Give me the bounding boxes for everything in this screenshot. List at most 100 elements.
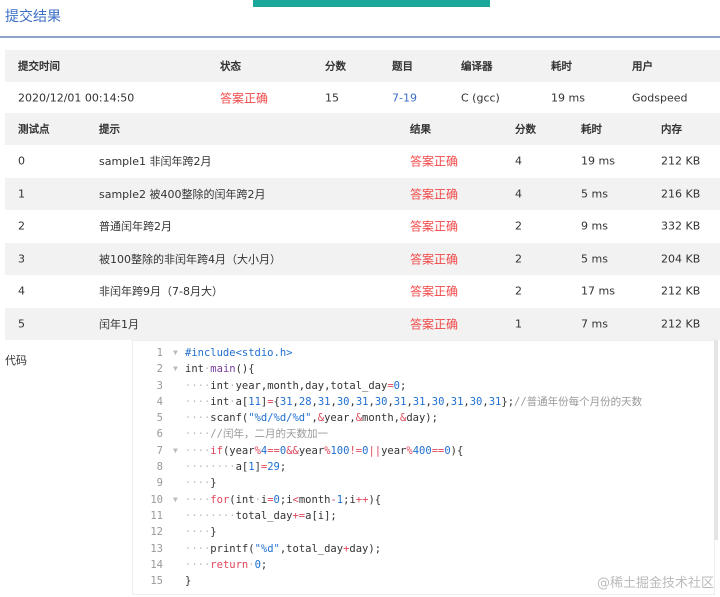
code-token: int xyxy=(210,395,230,408)
testcase-id: 5 xyxy=(18,317,25,331)
fold-toggle-icon[interactable]: ▼ xyxy=(173,361,178,377)
code-token: } xyxy=(210,526,217,539)
code-text: ····} xyxy=(185,475,217,491)
line-number: 1 xyxy=(156,347,163,359)
score: 1 xyxy=(515,317,522,331)
code-token: 31 xyxy=(355,395,369,408)
code-token: scanf( xyxy=(210,412,249,425)
code-token: month, xyxy=(362,412,400,425)
memory: 332 KB xyxy=(661,219,701,233)
time-used: 19 ms xyxy=(551,91,585,105)
code-token: 29 xyxy=(267,461,280,474)
code-token: //普通年份每个月份的天数 xyxy=(514,395,643,408)
code-token: "%d/%d/%d" xyxy=(248,412,312,425)
time-used: 5 ms xyxy=(581,187,608,201)
tests-header-row: 测试点 提示 结果 分数 耗时 内存 xyxy=(5,113,720,145)
testcase-id: 3 xyxy=(18,252,25,266)
col-user: 用户 xyxy=(632,60,653,73)
col-testcase: 测试点 xyxy=(18,123,50,136)
code-text: #include<stdio.h> xyxy=(185,345,292,361)
code-line: 8 ········a[1]=29; xyxy=(133,459,714,475)
test-row: 5 闰年1月 答案正确 1 7 ms 212 KB xyxy=(5,308,720,340)
code-token: month xyxy=(298,493,331,506)
code-token: == xyxy=(267,444,280,457)
code-text: ····scanf("%d/%d/%d",&year,&month,&day); xyxy=(185,410,438,426)
code-text: ····//闰年，二月的天数加一 xyxy=(185,426,328,442)
submit-time: 2020/12/01 00:14:50 xyxy=(18,91,135,105)
code-token: && xyxy=(286,444,299,457)
code-token: year xyxy=(298,444,325,457)
title-divider xyxy=(0,36,720,38)
code-text: ····printf("%d",total_day+day); xyxy=(185,541,381,557)
line-number: 7 xyxy=(156,444,163,457)
code-token: #include<stdio.h> xyxy=(185,347,293,359)
test-row: 4 非闰年跨9月（7-8月大） 答案正确 2 17 ms 212 KB xyxy=(5,275,720,307)
code-token: 31 xyxy=(317,395,331,408)
line-number: 13 xyxy=(150,542,163,555)
code-token: if xyxy=(210,444,223,457)
line-number: 2 xyxy=(156,363,163,376)
memory: 212 KB xyxy=(661,284,701,298)
time-used: 19 ms xyxy=(581,154,615,168)
code-token: (){ xyxy=(235,363,255,376)
code-token: ···· xyxy=(185,477,211,490)
line-number: 11 xyxy=(150,509,163,522)
code-token: day); xyxy=(406,412,438,425)
time-used: 9 ms xyxy=(581,219,608,233)
code-token: ; xyxy=(279,461,287,474)
code-token: int xyxy=(210,379,230,392)
col-time: 耗时 xyxy=(581,123,602,136)
test-row: 1 sample2 被400整除的闰年跨2月 答案正确 4 5 ms 216 KB xyxy=(5,177,720,210)
memory: 204 KB xyxy=(661,252,701,266)
code-token: a[ xyxy=(235,395,249,408)
code-token: for xyxy=(210,493,230,506)
code-token: 30 xyxy=(336,395,350,408)
fold-toggle-icon[interactable]: ▼ xyxy=(173,345,178,361)
code-token: ,total_day xyxy=(279,542,344,555)
code-token: //闰年，二月的天数加一 xyxy=(210,428,328,441)
line-number: 10 xyxy=(150,493,163,506)
fold-toggle-icon[interactable]: ▼ xyxy=(173,443,178,459)
score: 2 xyxy=(515,284,522,298)
code-token: 28 xyxy=(298,395,312,408)
code-text: ········total_day+=a[i]; xyxy=(185,508,337,524)
col-result: 结果 xyxy=(410,123,431,136)
problem-link[interactable]: 7-19 xyxy=(392,92,417,105)
line-number: 14 xyxy=(150,558,163,571)
code-token: ···· xyxy=(185,493,211,506)
code-token: ++ xyxy=(355,493,369,506)
compiler: C (gcc) xyxy=(461,91,500,105)
code-token: 31 xyxy=(393,395,407,408)
line-number: 3 xyxy=(156,379,163,392)
code-token: int xyxy=(235,493,255,506)
result: 答案正确 xyxy=(410,187,459,202)
code-viewer[interactable]: 1 ▼ #include<stdio.h> 2 ▼ int·main(){3 ····int… xyxy=(132,340,715,595)
memory: 212 KB xyxy=(661,154,701,168)
fold-toggle-icon[interactable]: ▼ xyxy=(173,492,178,508)
col-submit-time: 提交时间 xyxy=(18,60,60,73)
line-number: 12 xyxy=(150,526,163,539)
line-number: 9 xyxy=(156,477,163,490)
user[interactable]: Godspeed xyxy=(632,92,687,105)
score: 15 xyxy=(325,91,339,105)
result: 答案正确 xyxy=(410,284,459,299)
watermark: @稀土掘金技术社区 xyxy=(596,576,714,591)
test-row: 0 sample1 非闰年跨2月 答案正确 4 19 ms 212 KB xyxy=(5,145,720,177)
code-text: ········a[1]=29; xyxy=(185,459,286,475)
code-text: } xyxy=(185,573,191,589)
code-token: 100 xyxy=(330,444,350,457)
code-line: 11 ········total_day+=a[i]; xyxy=(133,508,714,524)
code-label: 代码 xyxy=(5,354,27,367)
code-scrollbar[interactable] xyxy=(714,340,718,540)
col-score: 分数 xyxy=(515,123,536,136)
code-text: ····int·year,month,day,total_day=0; xyxy=(185,378,406,394)
code-text: ····int·a[11]={31,28,31,30,31,30,31,31,3… xyxy=(185,394,642,410)
page-title: 提交结果 xyxy=(5,9,61,25)
testcase-id: 4 xyxy=(18,284,25,298)
code-token: ···· xyxy=(185,542,211,555)
code-token: ;i xyxy=(343,493,356,506)
code-token: } xyxy=(210,477,217,490)
memory: 212 KB xyxy=(661,317,701,331)
code-line: 12 ····} xyxy=(133,524,714,540)
submission-header-row: 提交时间 状态 分数 题目 编译器 耗时 用户 xyxy=(5,50,720,82)
